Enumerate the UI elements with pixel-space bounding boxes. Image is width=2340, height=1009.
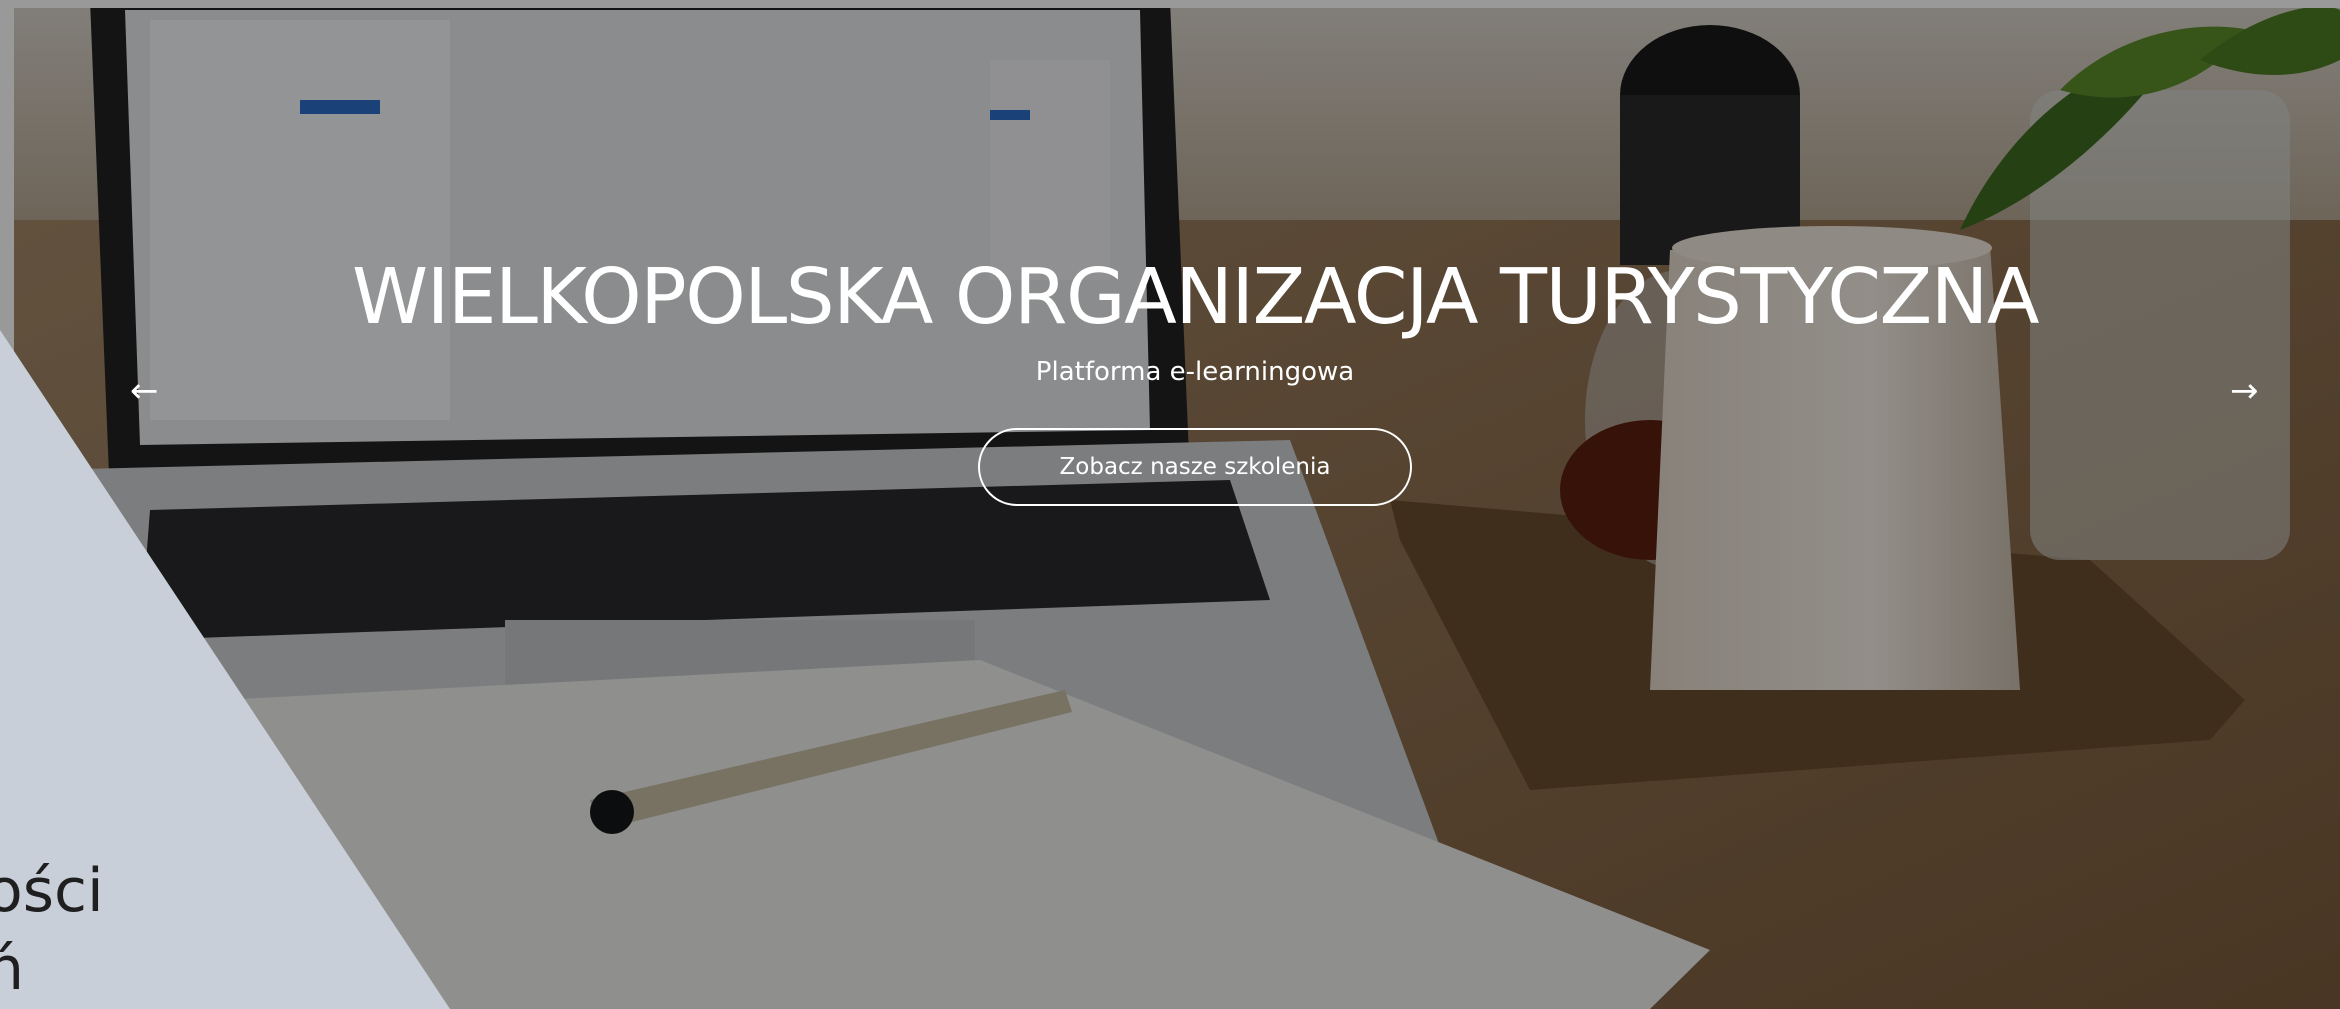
next-slide-arrow-icon[interactable]: → [2230, 374, 2259, 408]
side-panel-text: ości ń [0, 852, 104, 1008]
side-panel-line: ości [0, 856, 104, 926]
see-trainings-button[interactable]: Zobacz nasze szkolenia [977, 428, 1413, 506]
side-panel-line: ń [0, 934, 25, 1004]
